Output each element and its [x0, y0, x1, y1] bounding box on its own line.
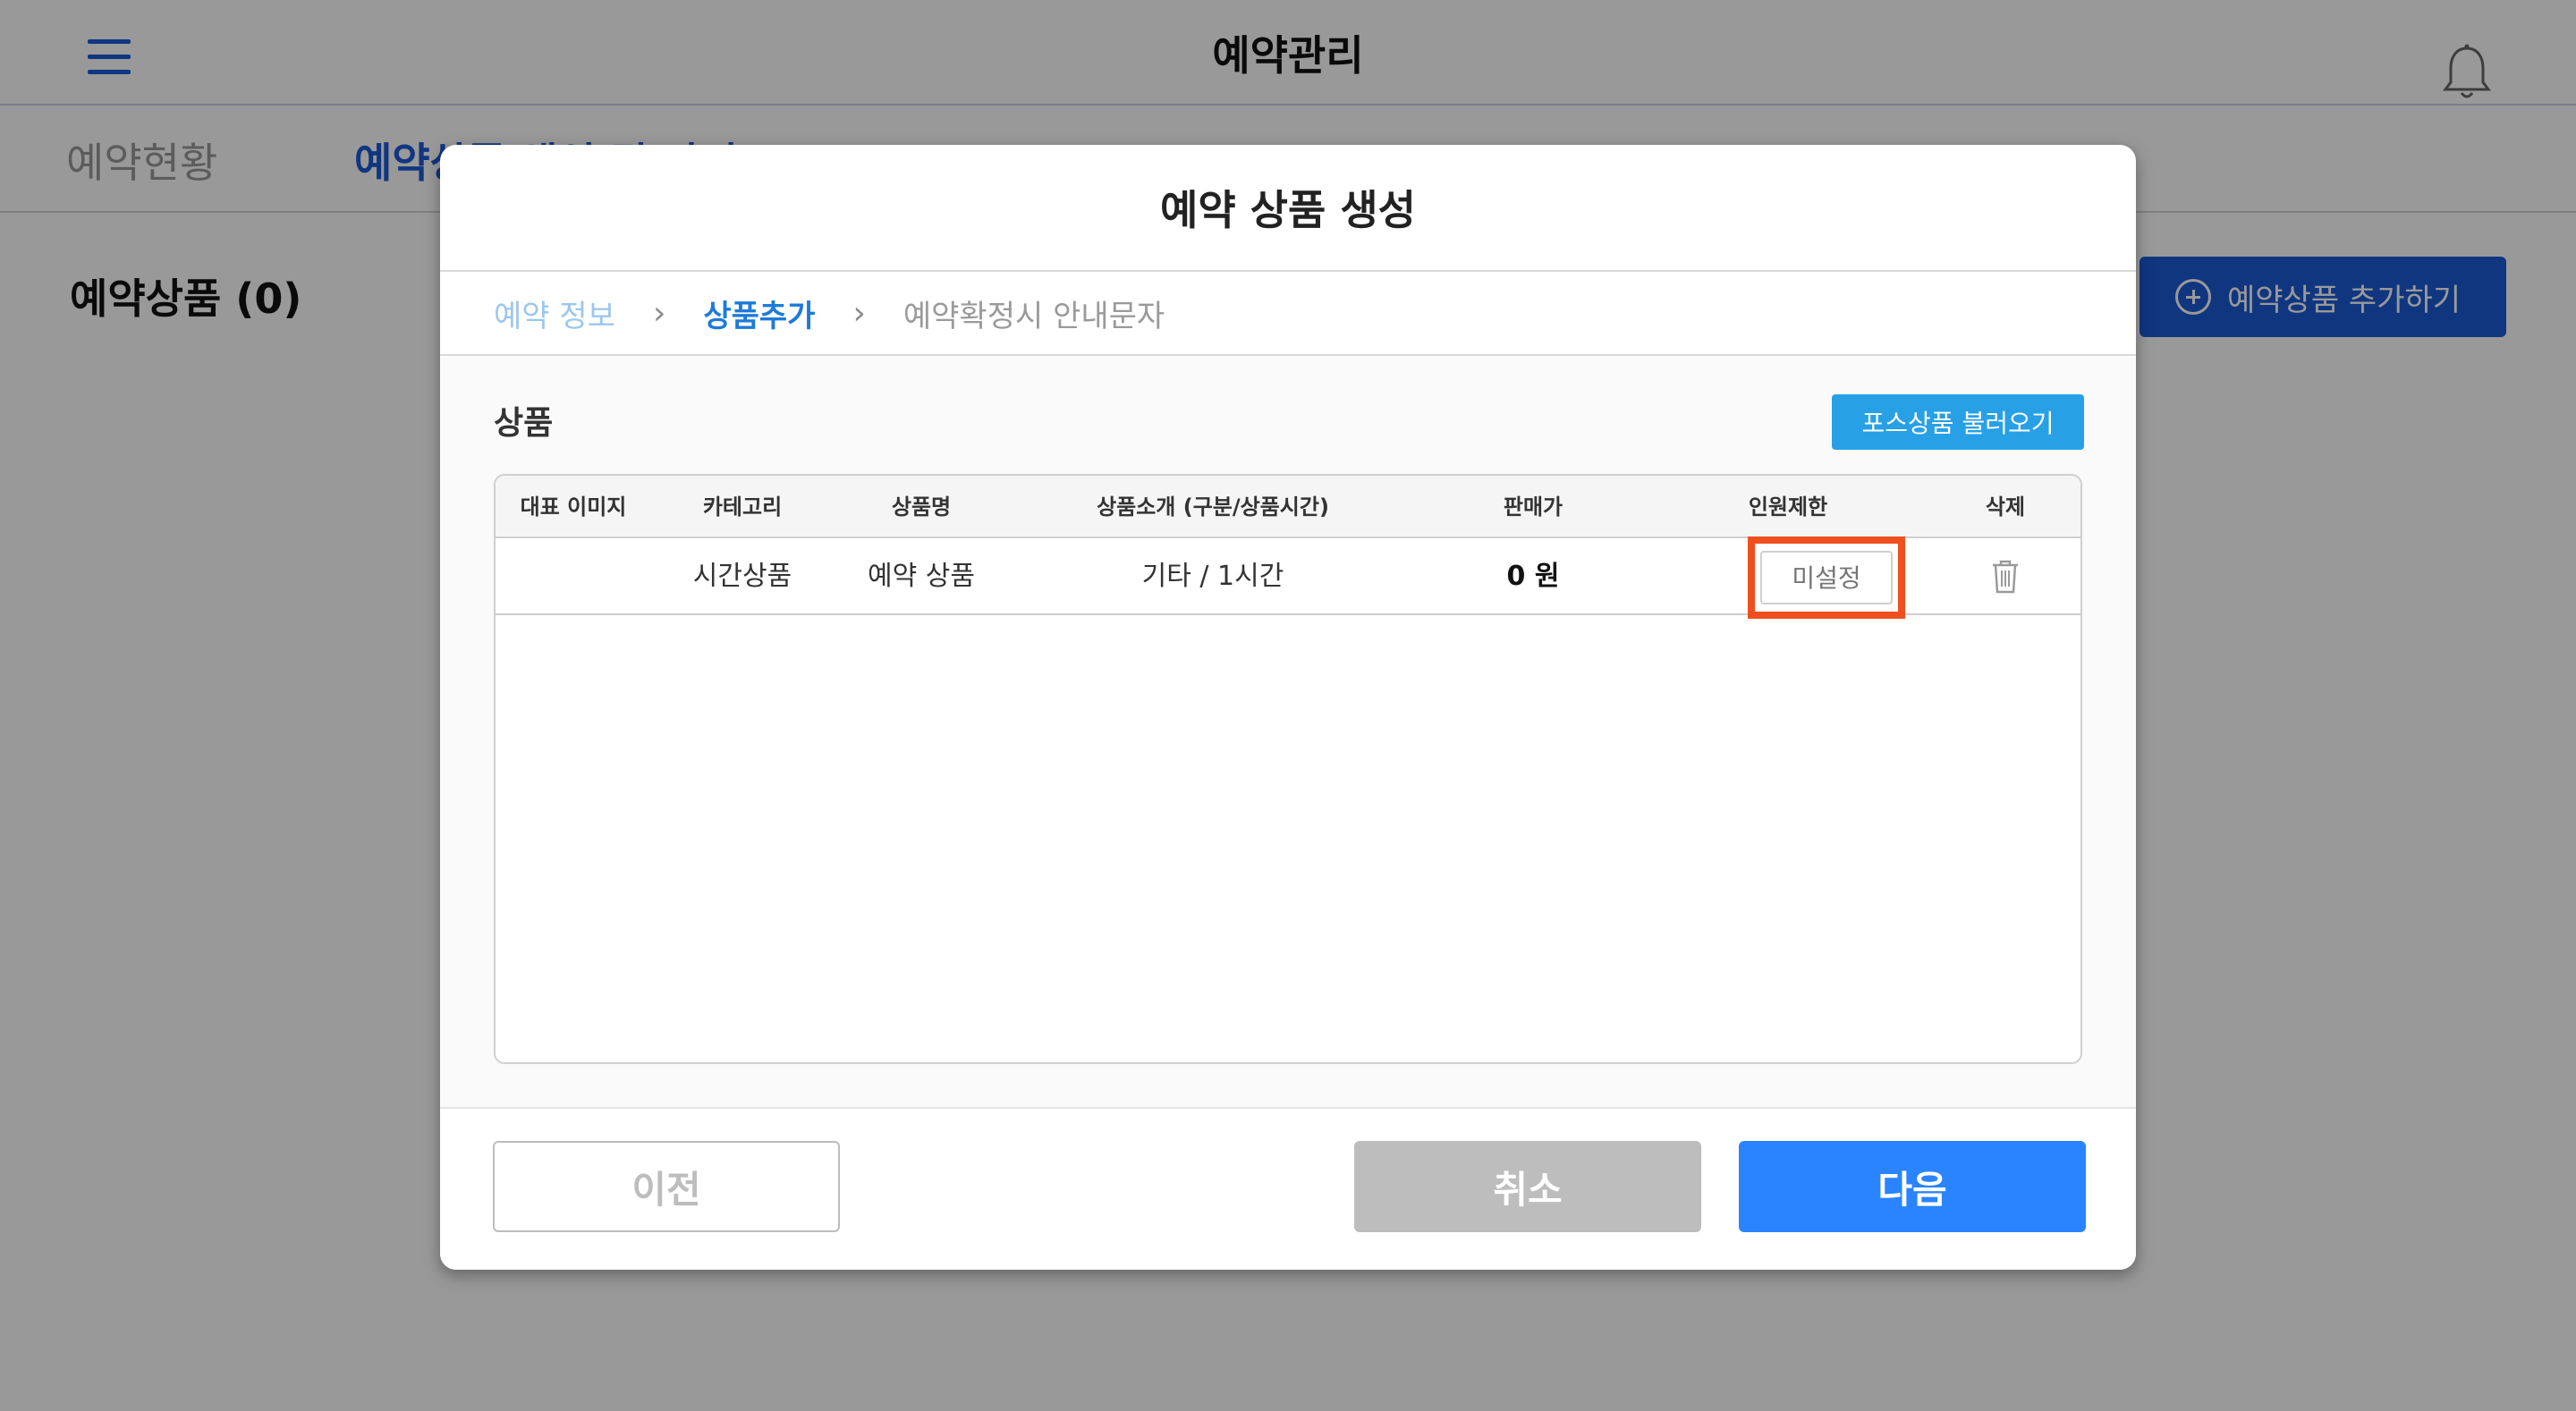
cell-price: 0 원 — [1506, 561, 1560, 592]
load-pos-products-button[interactable]: 포스상품 불러오기 — [1832, 394, 2084, 450]
chevron-right-icon: › — [652, 294, 666, 332]
limit-highlight — [1748, 537, 1905, 619]
header-price: 판매가 — [1503, 494, 1563, 520]
modal-title: 예약 상품 생성 — [1160, 186, 1416, 234]
trash-icon[interactable] — [1989, 558, 2021, 596]
table-header: 대표 이미지 카테고리 상품명 상품소개 (구분/상품시간) 판매가 인원제한 … — [496, 476, 2080, 538]
cell-name: 예약 상품 — [868, 561, 975, 592]
chevron-right-icon: › — [852, 294, 866, 332]
header-name: 상품명 — [891, 494, 952, 520]
step-confirmation-message[interactable]: 예약확정시 안내문자 — [903, 291, 1165, 335]
modal-footer: 이전 취소 다음 — [440, 1111, 2136, 1270]
header-category: 카테고리 — [702, 494, 783, 520]
header-limit: 인원제한 — [1748, 494, 1828, 520]
people-limit-input[interactable] — [1760, 551, 1893, 604]
header-intro: 상품소개 (구분/상품시간) — [1097, 494, 1329, 520]
create-product-modal: 예약 상품 생성 예약 정보 › 상품추가 › 예약확정시 안내문자 상품 포스… — [440, 145, 2136, 1270]
step-add-product[interactable]: 상품추가 — [703, 291, 815, 335]
modal-header: 예약 상품 생성 — [440, 145, 2136, 272]
modal-body: 상품 포스상품 불러오기 대표 이미지 카테고리 상품명 상품소개 (구분/상품… — [440, 356, 2136, 1109]
header-image: 대표 이미지 — [520, 494, 627, 520]
cell-image — [496, 538, 651, 615]
cancel-button[interactable]: 취소 — [1354, 1141, 1701, 1232]
next-button[interactable]: 다음 — [1739, 1141, 2086, 1232]
cell-category: 시간상품 — [692, 561, 792, 592]
cell-intro: 기타 / 1시간 — [1141, 561, 1284, 592]
step-breadcrumb: 예약 정보 › 상품추가 › 예약확정시 안내문자 — [440, 272, 2136, 356]
table-row: 시간상품 예약 상품 기타 / 1시간 0 원 — [496, 537, 2080, 619]
header-delete: 삭제 — [1985, 494, 2026, 520]
product-table: 대표 이미지 카테고리 상품명 상품소개 (구분/상품시간) 판매가 인원제한 … — [494, 474, 2082, 1064]
step-reservation-info[interactable]: 예약 정보 — [494, 291, 615, 335]
section-title: 상품 — [494, 405, 554, 442]
prev-button[interactable]: 이전 — [493, 1141, 840, 1232]
